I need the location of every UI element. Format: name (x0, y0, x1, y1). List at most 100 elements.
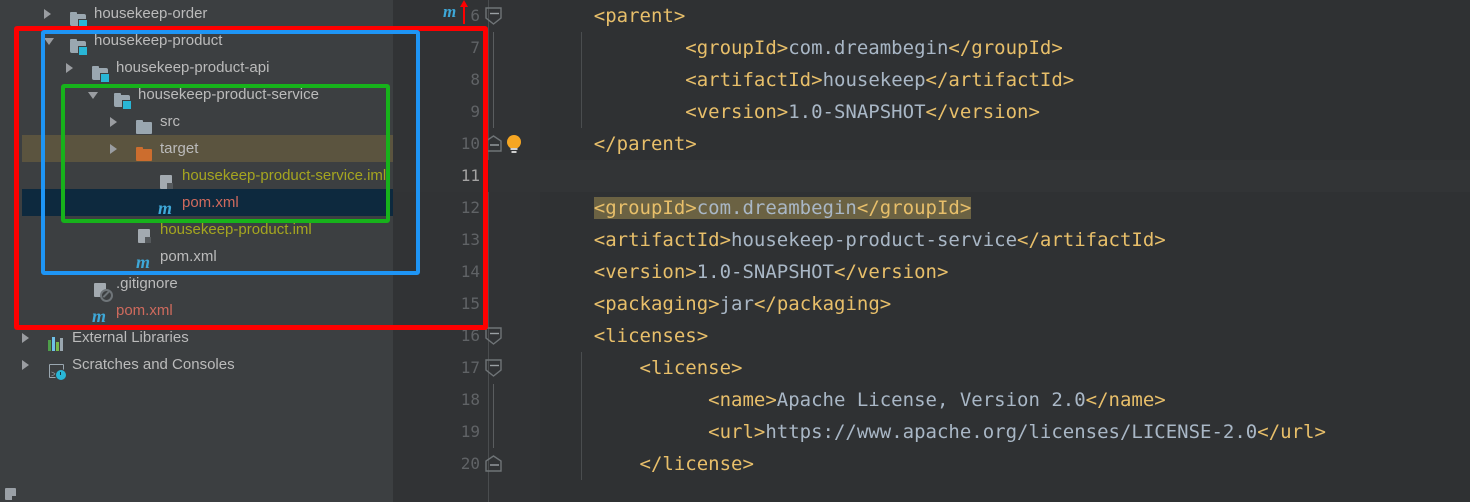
tree-row[interactable]: Scratches and Consoles (22, 351, 393, 388)
code-line[interactable]: 15 <packaging>jar</packaging> (393, 288, 1470, 320)
chevron-down-icon[interactable] (88, 92, 98, 99)
fold-region-line (493, 416, 494, 448)
tree-row[interactable]: m pom.xml (22, 297, 393, 326)
module-folder-icon (70, 12, 88, 29)
line-text: </license> (639, 453, 754, 475)
line-text: <name>Apache License, Version 2.0</name> (708, 389, 1166, 411)
module-folder-icon (70, 39, 88, 56)
tree-row-label: housekeep-product.iml (160, 221, 312, 238)
code-line[interactable]: 16 <licenses> (393, 320, 1470, 352)
fold-collapse-icon[interactable] (485, 359, 503, 377)
tree-row-label: src (160, 113, 180, 130)
chevron-right-icon[interactable] (22, 333, 29, 343)
red-pointer-arrow-icon (459, 0, 469, 24)
tree-row[interactable]: src (22, 108, 393, 135)
tree-row-label: housekeep-product-api (116, 59, 270, 76)
code-line[interactable]: 18 <name>Apache License, Version 2.0</na… (393, 384, 1470, 416)
line-number: 10 (460, 134, 480, 153)
indent-guide (581, 352, 582, 480)
module-folder-icon (114, 93, 132, 110)
code-line[interactable]: 20 </license> (393, 448, 1470, 480)
tree-row-label: pom.xml (116, 302, 173, 319)
maven-pom-icon: m (92, 306, 107, 326)
line-text: <groupId>com.dreambegin</groupId> (685, 37, 1063, 59)
code-line[interactable]: 11 (393, 160, 1470, 192)
line-text: <version>1.0-SNAPSHOT</version> (685, 101, 1040, 123)
ide-window: 7: Structure housekeep-order housekeep-pr… (0, 0, 1470, 502)
code-line[interactable]: 13 <artifactId>housekeep-product-service… (393, 224, 1470, 256)
tree-row-label: Scratches and Consoles (72, 356, 235, 373)
code-line[interactable]: 9 <version>1.0-SNAPSHOT</version> (393, 96, 1470, 128)
gitignore-icon (92, 282, 113, 302)
code-line[interactable]: 10 </parent> (393, 128, 1470, 160)
tree-row-label: housekeep-order (94, 5, 208, 22)
line-number: 18 (460, 390, 480, 409)
tree-row-label: target (160, 140, 199, 157)
tree-row[interactable]: housekeep-product.iml (22, 216, 393, 243)
code-editor[interactable]: 6 <parent> 7 <groupId>com.dreambegin</gro… (393, 0, 1470, 502)
tree-row[interactable]: m pom.xml (22, 243, 393, 272)
code-line[interactable]: 8 <artifactId>housekeep</artifactId> (393, 64, 1470, 96)
tree-row-label: housekeep-product (94, 32, 223, 49)
maven-run-icon[interactable]: m (443, 2, 456, 22)
code-line[interactable]: 14 <version>1.0-SNAPSHOT</version> (393, 256, 1470, 288)
chevron-right-icon[interactable] (66, 63, 73, 73)
fold-region-line (493, 64, 494, 96)
fold-collapse-icon[interactable] (485, 7, 503, 25)
line-number: 20 (460, 454, 480, 473)
chevron-down-icon[interactable] (44, 38, 54, 45)
line-number: 7 (470, 38, 480, 57)
tree-row[interactable]: External Libraries (22, 324, 393, 351)
chevron-right-icon[interactable] (44, 9, 51, 19)
module-folder-icon (92, 66, 110, 83)
line-number: 15 (460, 294, 480, 313)
tree-row-label: .gitignore (116, 275, 178, 292)
code-line[interactable]: 6 <parent> (393, 0, 1470, 32)
line-text: </parent> (593, 133, 697, 155)
structure-icon (5, 488, 17, 501)
line-number: 17 (460, 358, 480, 377)
fold-region-line (493, 384, 494, 416)
indent-guide (581, 32, 582, 128)
maven-pom-icon: m (158, 198, 173, 218)
tree-row[interactable]: .gitignore (22, 270, 393, 302)
tree-row[interactable]: housekeep-product-service (22, 81, 393, 110)
line-text: <parent> (593, 5, 686, 27)
tree-row[interactable]: target (22, 135, 393, 162)
tree-row-label: housekeep-product-service.iml (182, 167, 387, 184)
chevron-right-icon[interactable] (110, 117, 117, 127)
tree-row[interactable]: housekeep-product (22, 27, 393, 56)
code-line[interactable]: 17 <license> (393, 352, 1470, 384)
iml-file-icon (136, 228, 153, 243)
line-text: <artifactId>housekeep</artifactId> (685, 69, 1075, 91)
code-line[interactable]: 19 <url>https://www.apache.org/licenses/… (393, 416, 1470, 448)
fold-collapse-icon[interactable] (485, 327, 503, 345)
folder-icon (136, 120, 153, 135)
tree-row-label: housekeep-product-service (138, 86, 319, 103)
editor-content[interactable]: 6 <parent> 7 <groupId>com.dreambegin</gro… (393, 0, 1470, 502)
line-text: <url>https://www.apache.org/licenses/LIC… (708, 421, 1326, 443)
code-line[interactable]: 7 <groupId>com.dreambegin</groupId> (393, 32, 1470, 64)
code-line[interactable]: 12 <groupId>com.dreambegin</groupId> (393, 192, 1470, 224)
chevron-right-icon[interactable] (110, 144, 117, 154)
chevron-right-icon[interactable] (22, 360, 29, 370)
line-text: <licenses> (593, 325, 709, 347)
tree-row[interactable]: housekeep-product-api (22, 54, 393, 83)
iml-file-icon (158, 174, 175, 189)
tree-row-label: External Libraries (72, 329, 189, 346)
external-libraries-icon (48, 336, 65, 351)
fold-end-icon[interactable] (485, 135, 503, 153)
project-tool-window[interactable]: housekeep-order housekeep-product housekee… (22, 0, 393, 502)
line-number: 9 (470, 102, 480, 121)
intention-bulb-icon[interactable] (505, 134, 523, 153)
line-number: 13 (460, 230, 480, 249)
tree-row-label: pom.xml (160, 248, 217, 265)
folder-orange-icon (136, 147, 153, 162)
tree-row[interactable]: m pom.xml (22, 189, 393, 218)
maven-pom-icon: m (136, 252, 151, 272)
tree-row[interactable]: housekeep-order (22, 0, 393, 29)
fold-end-icon[interactable] (485, 455, 503, 473)
line-text: <artifactId>housekeep-product-service</a… (593, 229, 1166, 251)
line-number: 8 (470, 70, 480, 89)
tree-row[interactable]: housekeep-product-service.iml (22, 162, 393, 189)
